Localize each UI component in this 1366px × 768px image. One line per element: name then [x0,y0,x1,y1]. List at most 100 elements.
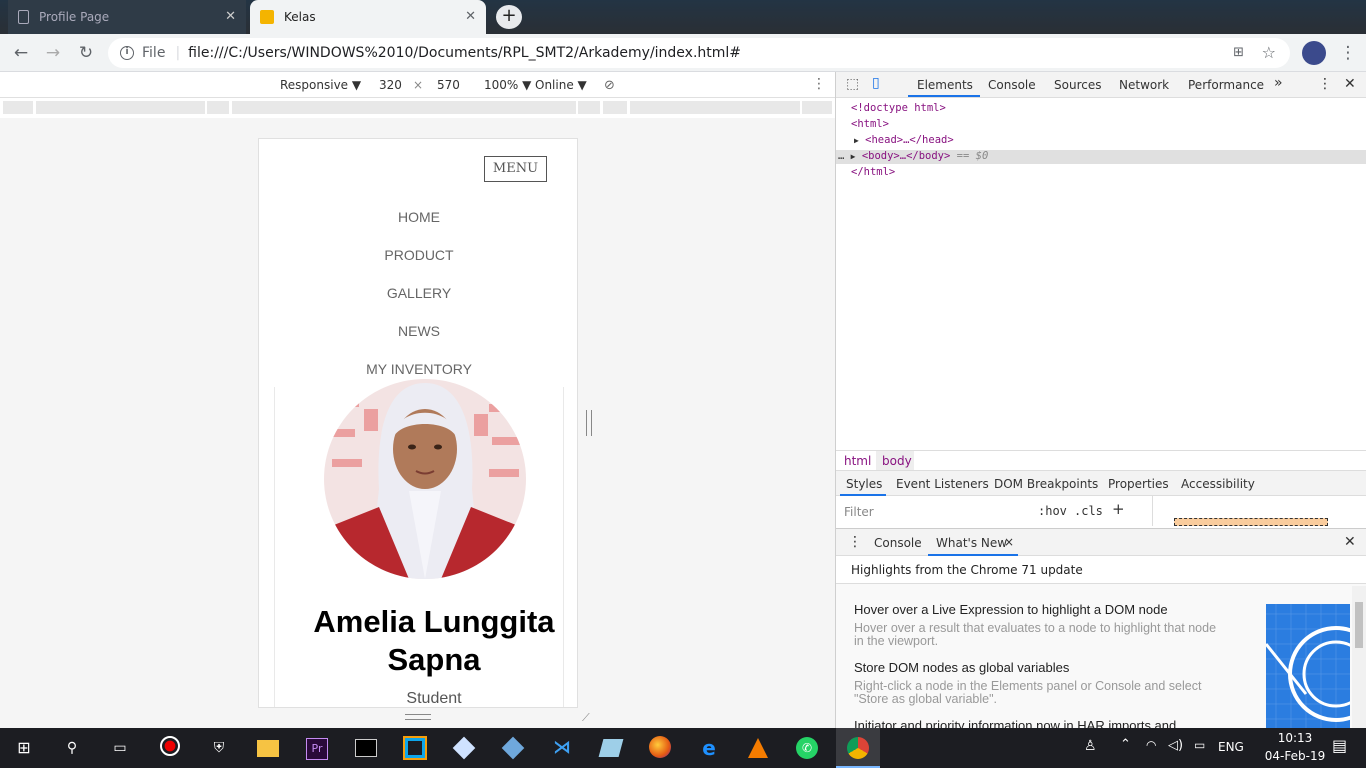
tab-styles[interactable]: Styles [846,477,882,491]
close-tab-icon[interactable]: ✕ [465,9,476,24]
file-explorer-icon[interactable] [256,736,280,760]
back-arrow-icon[interactable]: ← [9,41,33,65]
expand-arrow-icon[interactable]: ▶ [854,136,859,145]
whatsapp-icon[interactable]: ✆ [795,736,819,760]
notification-icon[interactable]: ▤ [1332,736,1347,755]
devtools-menu-icon[interactable]: ⋮ [1318,76,1332,92]
clock-time[interactable]: 10:13 [1268,731,1322,745]
defender-shield-icon[interactable]: ⛨ [207,736,231,760]
vlc-icon[interactable] [746,736,770,760]
drawer-tab-console[interactable]: Console [874,536,922,550]
menu-button[interactable]: MENU [484,156,547,182]
zoom-select[interactable]: 100% ▼ [484,78,531,92]
store-icon[interactable] [403,736,427,760]
tab-profile-page[interactable]: Profile Page ✕ [8,0,246,34]
new-tab-button[interactable]: + [496,5,522,29]
dom-html-open[interactable]: <html> [851,118,889,130]
cls-toggle[interactable]: .cls [1074,504,1103,518]
recorder-icon[interactable] [158,736,182,760]
language-indicator[interactable]: ENG [1218,740,1244,754]
hov-toggle[interactable]: :hov [1038,504,1067,518]
terminal-icon[interactable] [354,736,378,760]
drawer-tab-whats-new[interactable]: What's New [936,536,1007,550]
resize-handle-right[interactable] [586,410,592,436]
forward-arrow-icon[interactable]: → [41,41,65,65]
whats-new-scrollbar[interactable] [1352,586,1366,728]
tab-event-listeners[interactable]: Event Listeners [896,477,989,491]
tab-kelas[interactable]: Kelas ✕ [250,0,486,34]
show-hidden-icons-chevron-icon[interactable]: ⌃ [1120,737,1131,752]
reload-icon[interactable]: ↻ [74,41,98,65]
tab-performance[interactable]: Performance [1188,78,1264,92]
device-more-icon[interactable]: ⋮ [812,76,826,92]
profile-avatar[interactable] [1302,41,1326,65]
tab-network[interactable]: Network [1119,78,1169,92]
premiere-pro-icon[interactable]: Pr [305,736,329,760]
chrome-taskbar-button[interactable] [836,728,880,768]
tab-elements[interactable]: Elements [917,78,973,92]
address-bar[interactable]: i File | file:///C:/Users/WINDOWS%2010/D… [108,38,1290,68]
nav-product[interactable]: PRODUCT [259,247,577,263]
more-tabs-icon[interactable]: » [1274,75,1283,91]
resize-handle-bottom[interactable] [405,714,431,720]
close-tab-icon[interactable]: ✕ [225,9,236,24]
url-text[interactable]: file:///C:/Users/WINDOWS%2010/Documents/… [188,45,741,61]
devtools-tabs: ⬚ ▯ Elements Console Sources Network Per… [836,72,1366,98]
dom-head[interactable]: ▶ <head>…</head> [854,134,954,146]
nav-gallery[interactable]: GALLERY [259,285,577,301]
edge-icon[interactable]: e [697,736,721,760]
breadcrumb-html[interactable]: html [844,454,871,468]
device-toggle-icon[interactable]: ▯ [872,75,880,91]
nav-news[interactable]: NEWS [259,323,577,339]
people-icon[interactable]: ♙ [1084,738,1097,754]
close-whats-new-icon[interactable]: × [1004,535,1014,549]
device-select[interactable]: Responsive ▼ [280,78,361,92]
virtualbox-cube-icon[interactable] [501,736,525,760]
nav-home[interactable]: HOME [259,209,577,225]
nav-my-inventory[interactable]: MY INVENTORY [259,361,577,377]
add-rule-icon[interactable]: + [1112,500,1125,518]
dom-body[interactable]: … ▶ <body>…</body> == $0 [838,150,988,162]
profile-photo [324,379,526,579]
search-icon[interactable]: ⚲ [60,736,84,760]
whats-new-item-title[interactable]: Hover over a Live Expression to highligh… [854,602,1168,617]
filter-input[interactable]: Filter [844,505,874,519]
clock-date[interactable]: 04-Feb-19 [1264,749,1326,763]
volume-icon[interactable]: ◁) [1168,738,1183,753]
virtual-box-icon[interactable] [452,736,476,760]
network-throttle-select[interactable]: Online ▼ [535,78,587,92]
whats-new-content: Hover over a Live Expression to highligh… [836,584,1366,733]
task-view-icon[interactable]: ▭ [108,736,132,760]
tab-sources[interactable]: Sources [1054,78,1101,92]
tab-accessibility[interactable]: Accessibility [1181,477,1255,491]
expand-arrow-icon[interactable]: ▶ [851,152,856,161]
drawer-menu-icon[interactable]: ⋮ [848,534,862,550]
dom-html-close[interactable]: </html> [851,166,895,178]
highlights-title: Highlights from the Chrome 71 update [851,563,1083,577]
document-icon [18,10,29,24]
whats-new-item-title[interactable]: Store DOM nodes as global variables [854,660,1069,675]
tab-console[interactable]: Console [988,78,1036,92]
breadcrumb-body[interactable]: body [882,454,912,468]
battery-icon[interactable]: ▭ [1194,738,1205,752]
tab-dom-breakpoints[interactable]: DOM Breakpoints [994,477,1098,491]
close-drawer-icon[interactable]: ✕ [1344,534,1356,550]
bookmark-star-icon[interactable]: ☆ [1262,43,1276,62]
sublime-icon[interactable] [598,736,624,760]
height-input[interactable]: 570 [437,78,460,92]
width-input[interactable]: 320 [379,78,402,92]
media-query-ruler [0,98,835,118]
translate-icon[interactable]: ⊞ [1233,45,1244,60]
rotate-icon[interactable]: ⊘ [604,78,615,93]
inspect-element-icon[interactable]: ⬚ [846,76,859,92]
windows-start-icon[interactable]: ⊞ [12,736,36,760]
firefox-icon[interactable] [648,736,672,760]
tab-properties[interactable]: Properties [1108,477,1169,491]
info-icon[interactable]: i [120,46,134,60]
wifi-icon[interactable]: ◠ [1146,738,1156,752]
dom-doctype[interactable]: <!doctype html> [851,102,946,114]
browser-menu-icon[interactable]: ⋮ [1336,41,1360,65]
vscode-icon[interactable]: ⋊ [550,736,574,760]
resize-corner-icon[interactable]: ⟋ [582,711,594,724]
close-devtools-icon[interactable]: ✕ [1344,76,1356,92]
